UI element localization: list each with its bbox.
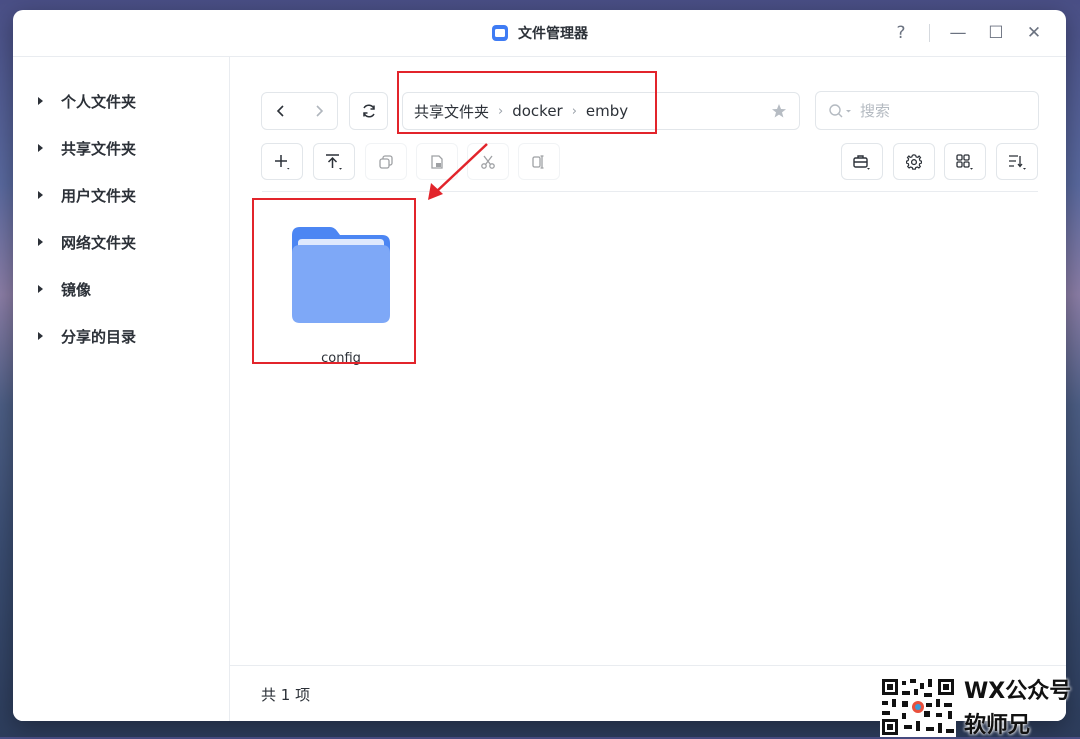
watermark-line2: 软师兄 — [964, 713, 1031, 738]
settings-button[interactable] — [893, 143, 935, 180]
back-button[interactable] — [262, 93, 300, 129]
expand-caret-icon[interactable] — [38, 191, 43, 199]
file-manager-app-icon — [492, 25, 508, 41]
upload-icon — [326, 153, 342, 170]
sort-button[interactable] — [996, 143, 1038, 180]
rename-button[interactable] — [518, 143, 560, 180]
cut-button[interactable] — [467, 143, 509, 180]
gear-icon — [906, 153, 922, 170]
sidebar-item-network[interactable]: 网络文件夹 — [13, 222, 229, 262]
refresh-icon — [362, 104, 375, 118]
sidebar-item-shared[interactable]: 共享文件夹 — [13, 128, 229, 168]
grid-view-icon — [956, 153, 973, 170]
file-lock-icon — [431, 154, 443, 169]
forward-button[interactable] — [300, 93, 338, 129]
qr-code-icon — [880, 677, 956, 737]
scissors-icon — [481, 155, 495, 169]
expand-caret-icon[interactable] — [38, 332, 43, 340]
sidebar-item-personal[interactable]: 个人文件夹 — [13, 81, 229, 121]
close-button[interactable]: ✕ — [1024, 23, 1044, 43]
window-title: 文件管理器 — [518, 26, 588, 42]
search-icon — [829, 103, 851, 117]
new-button[interactable] — [261, 143, 303, 180]
sidebar-item-label: 用户文件夹 — [61, 186, 137, 205]
sort-icon — [1009, 154, 1026, 170]
toolbox-button[interactable] — [841, 143, 883, 180]
item-count: 共 1 项 — [261, 686, 311, 704]
highlight-path-box — [397, 71, 657, 134]
maximize-button[interactable]: ☐ — [986, 23, 1006, 43]
expand-caret-icon[interactable] — [38, 144, 43, 152]
title-separator — [929, 24, 930, 42]
rename-icon — [532, 154, 544, 169]
copy-button[interactable] — [365, 143, 407, 180]
sidebar-item-shared-links[interactable]: 分享的目录 — [13, 316, 229, 356]
expand-caret-icon[interactable] — [38, 285, 43, 293]
favorite-star-icon[interactable] — [771, 103, 787, 119]
sidebar-item-label: 网络文件夹 — [61, 233, 137, 252]
sidebar-item-users[interactable]: 用户文件夹 — [13, 175, 229, 215]
upload-button[interactable] — [313, 143, 355, 180]
toolbar-divider — [262, 191, 1038, 192]
search-placeholder: 搜索 — [860, 102, 891, 120]
main-pane: 共享文件夹 › docker › emby 搜索 config 共 1 项 — [230, 57, 1066, 721]
minimize-button[interactable]: — — [948, 23, 968, 43]
chevron-right-icon — [316, 105, 324, 117]
search-input[interactable]: 搜索 — [815, 91, 1039, 130]
refresh-button[interactable] — [349, 92, 388, 130]
sidebar-item-mirror[interactable]: 镜像 — [13, 269, 229, 309]
sidebar-item-label: 镜像 — [61, 280, 92, 299]
view-mode-button[interactable] — [944, 143, 986, 180]
file-info-button[interactable] — [416, 143, 458, 180]
highlight-folder-box — [252, 198, 416, 364]
watermark-line1: WX公众号 — [964, 679, 1072, 704]
briefcase-icon — [853, 154, 870, 170]
sidebar-item-label: 分享的目录 — [61, 327, 137, 346]
nav-button-group — [261, 92, 338, 130]
chevron-left-icon — [276, 105, 284, 117]
copy-icon — [379, 154, 393, 169]
expand-caret-icon[interactable] — [38, 238, 43, 246]
help-button[interactable]: ? — [891, 23, 911, 43]
plus-icon — [275, 154, 290, 169]
title-bar: 文件管理器 ? — ☐ ✕ — [13, 10, 1066, 57]
sidebar: 个人文件夹 共享文件夹 用户文件夹 网络文件夹 镜像 分享的目录 — [13, 57, 230, 721]
expand-caret-icon[interactable] — [38, 97, 43, 105]
sidebar-item-label: 共享文件夹 — [61, 139, 137, 158]
sidebar-item-label: 个人文件夹 — [61, 92, 137, 111]
